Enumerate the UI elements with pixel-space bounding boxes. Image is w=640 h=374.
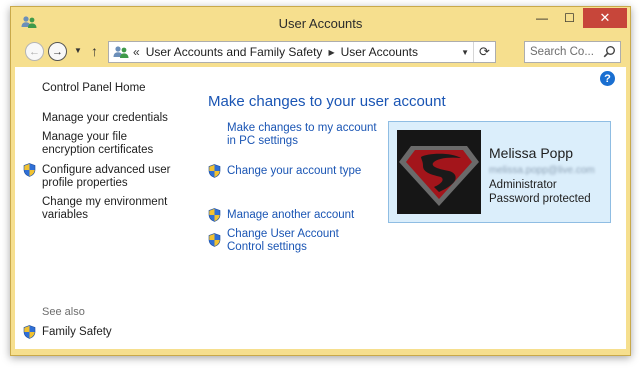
search-icon[interactable] (603, 45, 616, 58)
search-box[interactable] (524, 41, 621, 63)
uac-settings-link[interactable]: Change User Account Control settings (227, 228, 377, 254)
file-encryption-certificates-link[interactable]: Manage your file encryption certificates (42, 131, 182, 157)
maximize-button[interactable]: ☐ (556, 8, 583, 28)
environment-variables-link[interactable]: Change my environment variables (42, 196, 182, 222)
change-account-type-link[interactable]: Change your account type (227, 165, 361, 178)
avatar[interactable] (397, 130, 481, 214)
help-icon[interactable]: ? (600, 71, 615, 86)
superman-logo-image (397, 130, 481, 214)
address-bar[interactable]: « User Accounts and Family Safety ▶ User… (108, 41, 496, 63)
user-name: Melissa Popp (489, 145, 574, 161)
uac-shield-icon (208, 208, 221, 222)
refresh-button[interactable]: ⟳ (473, 42, 495, 62)
advanced-profile-properties-link[interactable]: Configure advanced user profile properti… (42, 164, 182, 190)
uac-shield-icon (23, 325, 36, 339)
see-also-label: See also (42, 306, 85, 318)
user-role: Administrator (489, 179, 557, 191)
password-status: Password protected (489, 193, 591, 205)
control-panel-home-link[interactable]: Control Panel Home (42, 82, 146, 95)
content-pane: ? Control Panel Home Manage your credent… (15, 67, 626, 349)
user-email: melissa.popp@live.com (489, 165, 595, 176)
user-account-card: Melissa Popp melissa.popp@live.com Admin… (388, 121, 611, 223)
close-button[interactable]: ✕ (583, 8, 627, 28)
search-input[interactable] (530, 46, 606, 58)
breadcrumb-separator[interactable]: ▶ (328, 48, 334, 57)
breadcrumb-user-accounts[interactable]: User Accounts (341, 45, 418, 59)
back-button[interactable]: ← (25, 42, 44, 61)
family-safety-link[interactable]: Family Safety (42, 326, 112, 339)
recent-locations-dropdown[interactable]: ▼ (74, 46, 82, 55)
user-accounts-window: User Accounts — ☐ ✕ ← → ▼ ↑ « User Accou… (10, 6, 631, 356)
address-dropdown[interactable]: ▼ (461, 48, 469, 57)
up-button[interactable]: ↑ (91, 43, 98, 59)
pc-settings-link[interactable]: Make changes to my account in PC setting… (227, 122, 377, 148)
minimize-button[interactable]: — (528, 8, 556, 28)
address-overflow-chevron[interactable]: « (133, 45, 140, 59)
user-accounts-icon (113, 45, 129, 59)
manage-credentials-link[interactable]: Manage your credentials (42, 112, 168, 125)
uac-shield-icon (208, 164, 221, 178)
manage-another-account-link[interactable]: Manage another account (227, 209, 354, 222)
uac-shield-icon (23, 163, 36, 177)
uac-shield-icon (208, 233, 221, 247)
page-heading: Make changes to your user account (208, 93, 446, 110)
navigation-bar: ← → ▼ ↑ « User Accounts and Family Safet… (11, 37, 630, 67)
breadcrumb-user-accounts-family-safety[interactable]: User Accounts and Family Safety (146, 45, 323, 59)
title-bar[interactable]: User Accounts — ☐ ✕ (11, 7, 630, 37)
forward-button[interactable]: → (48, 42, 67, 61)
